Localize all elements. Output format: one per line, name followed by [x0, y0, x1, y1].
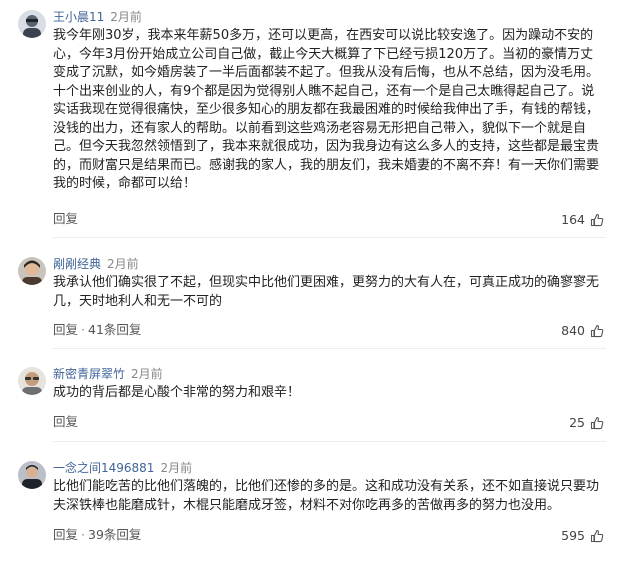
comment-item: 剐剐经典 2月前 我承认他们确实很了不起，但现实中比他们更困难，更努力的大有人在，… [0, 247, 624, 349]
like-button[interactable]: 164 [561, 211, 604, 228]
reply-button[interactable]: 回复 [53, 414, 78, 429]
comment-text: 我今年刚30岁，我本来年薪50多万，还可以更高，在西安可以说比较安逸了。因为躁动… [53, 28, 600, 191]
user-avatar[interactable] [18, 257, 46, 285]
separator: · [81, 527, 85, 542]
comment-item: 新密青屏翠竹 2月前 成功的背后都是心酸个非常的努力和艰辛！ 回复 25 [0, 357, 624, 442]
thumbs-up-icon [590, 416, 604, 429]
thumbs-up-icon [590, 324, 604, 337]
comment-footer: 回复 · 41条回复 [53, 322, 141, 338]
like-button[interactable]: 25 [569, 414, 604, 431]
like-button[interactable]: 840 [561, 322, 604, 339]
user-avatar[interactable] [18, 367, 46, 395]
username[interactable]: 一念之间1496881 [53, 461, 154, 475]
divider [53, 348, 606, 349]
like-count: 595 [561, 527, 585, 543]
reply-button[interactable]: 回复 [53, 527, 78, 542]
comment-item: 一念之间1496881 2月前 比他们能吃苦的比他们落魄的，比他们还惨的多的是。这… [0, 451, 624, 562]
comment-time: 2月前 [131, 367, 163, 381]
comment-footer: 回复 · 39条回复 [53, 527, 141, 543]
comment-header: 新密青屏翠竹 2月前 [53, 366, 163, 382]
comment-header: 王小晨11 2月前 [53, 9, 142, 25]
comment-time: 2月前 [110, 10, 142, 24]
reply-button[interactable]: 回复 [53, 322, 78, 337]
thumbs-up-icon [590, 529, 604, 542]
comment-footer: 回复 [53, 414, 78, 430]
thumbs-up-icon [590, 213, 604, 226]
view-replies-link[interactable]: 39条回复 [88, 527, 141, 542]
reply-button[interactable]: 回复 [53, 211, 78, 226]
comment-text: 比他们能吃苦的比他们落魄的，比他们还惨的多的是。这和成功没有关系，还不如直接说只… [53, 479, 600, 513]
view-replies-link[interactable]: 41条回复 [88, 322, 141, 337]
divider [53, 237, 606, 238]
separator: · [81, 322, 85, 337]
divider [53, 441, 606, 442]
comment-footer: 回复 [53, 211, 78, 227]
comment-text: 我承认他们确实很了不起，但现实中比他们更困难，更努力的大有人在，可真正成功的确寥… [53, 275, 600, 309]
user-avatar[interactable] [18, 10, 46, 38]
like-count: 840 [561, 322, 585, 338]
username[interactable]: 王小晨11 [53, 10, 104, 24]
comment-text: 成功的背后都是心酸个非常的努力和艰辛！ [53, 385, 301, 400]
comment-time: 2月前 [160, 461, 193, 475]
username[interactable]: 新密青屏翠竹 [53, 367, 125, 381]
username[interactable]: 剐剐经典 [53, 257, 101, 271]
like-count: 25 [569, 414, 585, 430]
comment-item: 王小晨11 2月前 我今年刚30岁，我本来年薪50多万，还可以更高，在西安可以说比… [0, 0, 624, 238]
like-button[interactable]: 595 [561, 527, 604, 544]
user-avatar[interactable] [18, 461, 46, 489]
comment-header: 剐剐经典 2月前 [53, 256, 139, 272]
comment-list: 王小晨11 2月前 我今年刚30岁，我本来年薪50多万，还可以更高，在西安可以说比… [0, 0, 624, 562]
like-count: 164 [561, 211, 585, 227]
comment-header: 一念之间1496881 2月前 [53, 460, 192, 476]
comment-time: 2月前 [107, 257, 139, 271]
